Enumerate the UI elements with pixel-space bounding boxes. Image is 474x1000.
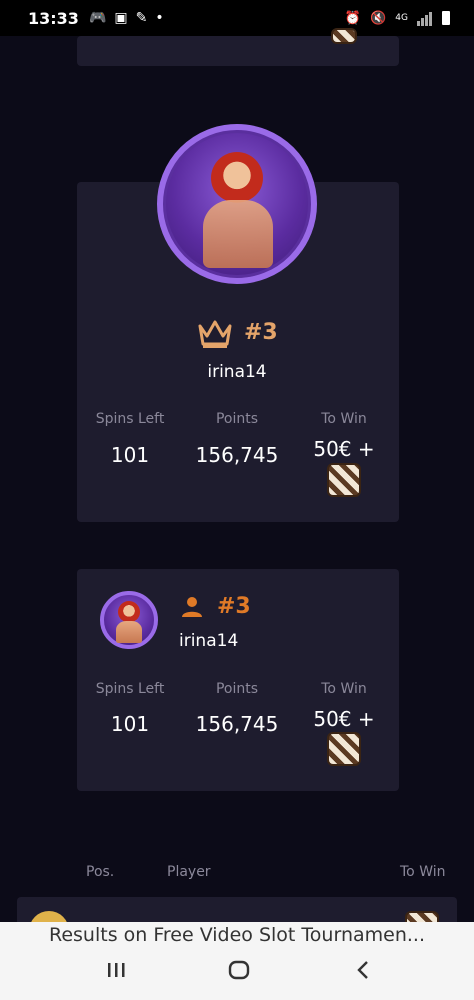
- recent-apps-button[interactable]: [106, 960, 126, 986]
- photo-icon: ▣: [114, 10, 128, 26]
- crown-icon: [197, 318, 233, 350]
- featured-rank: #3: [244, 320, 278, 345]
- character-body: [203, 200, 273, 268]
- pos-header: Pos.: [86, 864, 115, 880]
- prize-chest-icon: [327, 732, 361, 766]
- banner-title[interactable]: Results on Free Video Slot Tournamen...: [0, 924, 474, 946]
- prize-chest-icon: [327, 463, 361, 497]
- player-avatar-small: [100, 591, 158, 649]
- signal-icon: [417, 11, 433, 26]
- spins-left-value: 101: [110, 712, 150, 736]
- to-win-header: To Win: [400, 864, 446, 880]
- previous-card: [77, 28, 399, 66]
- points-value: 156,745: [195, 712, 279, 736]
- to-win-label: To Win: [321, 411, 367, 427]
- points-value: 156,745: [195, 443, 279, 467]
- network-label: 4G: [395, 13, 408, 23]
- my-player-name: irina14: [179, 631, 239, 651]
- points-label: Points: [215, 681, 259, 697]
- player-avatar-large: [157, 124, 317, 284]
- clock: 13:33: [28, 8, 79, 28]
- alarm-icon: ⏰: [344, 10, 362, 26]
- dot-icon: •: [155, 10, 164, 26]
- character-body: [116, 621, 142, 643]
- to-win-value: 50€ +: [313, 437, 375, 461]
- broom-icon: ✎: [135, 10, 148, 26]
- user-icon: [180, 596, 204, 618]
- status-bar: 13:33 🎮 ▣ ✎ • ⏰ 🔇 4G: [0, 0, 474, 36]
- spins-left-label: Spins Left: [95, 411, 165, 427]
- spins-left-label: Spins Left: [95, 681, 165, 697]
- spins-left-value: 101: [110, 443, 150, 467]
- character-figure: [211, 152, 263, 204]
- back-button[interactable]: [355, 960, 371, 986]
- battery-icon: [442, 11, 450, 25]
- player-header: Player: [167, 864, 211, 880]
- to-win-value: 50€ +: [313, 707, 375, 731]
- home-button[interactable]: [228, 960, 250, 986]
- prize-chest-icon: [331, 28, 357, 44]
- gamepad-icon: 🎮: [88, 10, 107, 26]
- points-label: Points: [215, 411, 259, 427]
- featured-player-name: irina14: [207, 362, 267, 382]
- character-figure: [118, 601, 140, 623]
- mute-icon: 🔇: [370, 10, 387, 26]
- to-win-label: To Win: [321, 681, 367, 697]
- my-rank: #3: [217, 594, 251, 619]
